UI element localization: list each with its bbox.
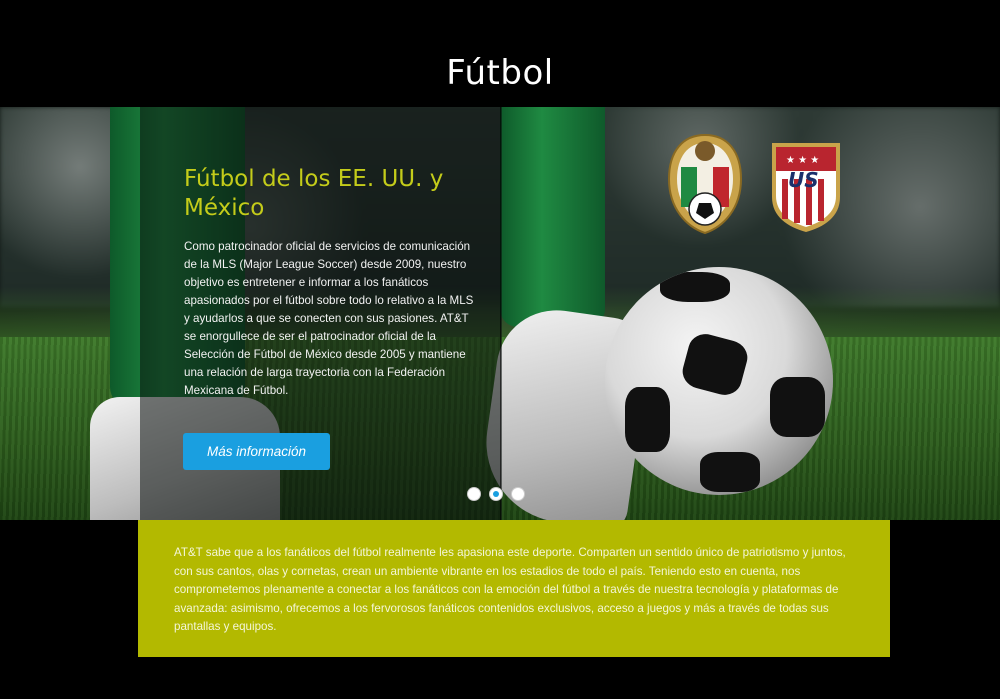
svg-text:★ ★ ★: ★ ★ ★ xyxy=(786,155,819,166)
svg-text:US: US xyxy=(788,168,819,192)
us-soccer-crest: ★ ★ ★ US xyxy=(772,143,840,232)
info-box: AT&T sabe que a los fanáticos del fútbol… xyxy=(138,520,890,657)
player-sock-right xyxy=(500,107,605,327)
mexico-federation-crest xyxy=(667,133,743,235)
hero-heading: Fútbol de los EE. UU. y México xyxy=(184,166,444,221)
soccer-ball xyxy=(605,267,833,495)
page-title: Fútbol xyxy=(446,52,554,93)
carousel-dot-2[interactable] xyxy=(489,487,503,501)
info-text: AT&T sabe que a los fanáticos del fútbol… xyxy=(174,546,846,633)
carousel-dot-1[interactable] xyxy=(467,487,481,501)
carousel-indicators xyxy=(467,487,525,501)
more-info-button[interactable]: Más información xyxy=(183,433,330,470)
hero-image-divider xyxy=(500,107,501,520)
carousel-dot-3[interactable] xyxy=(511,487,525,501)
hero-body-text: Como patrocinador oficial de servicios d… xyxy=(184,240,474,397)
hero-carousel: ★ ★ ★ US Fútbol de los EE. UU. y México … xyxy=(0,107,1000,520)
